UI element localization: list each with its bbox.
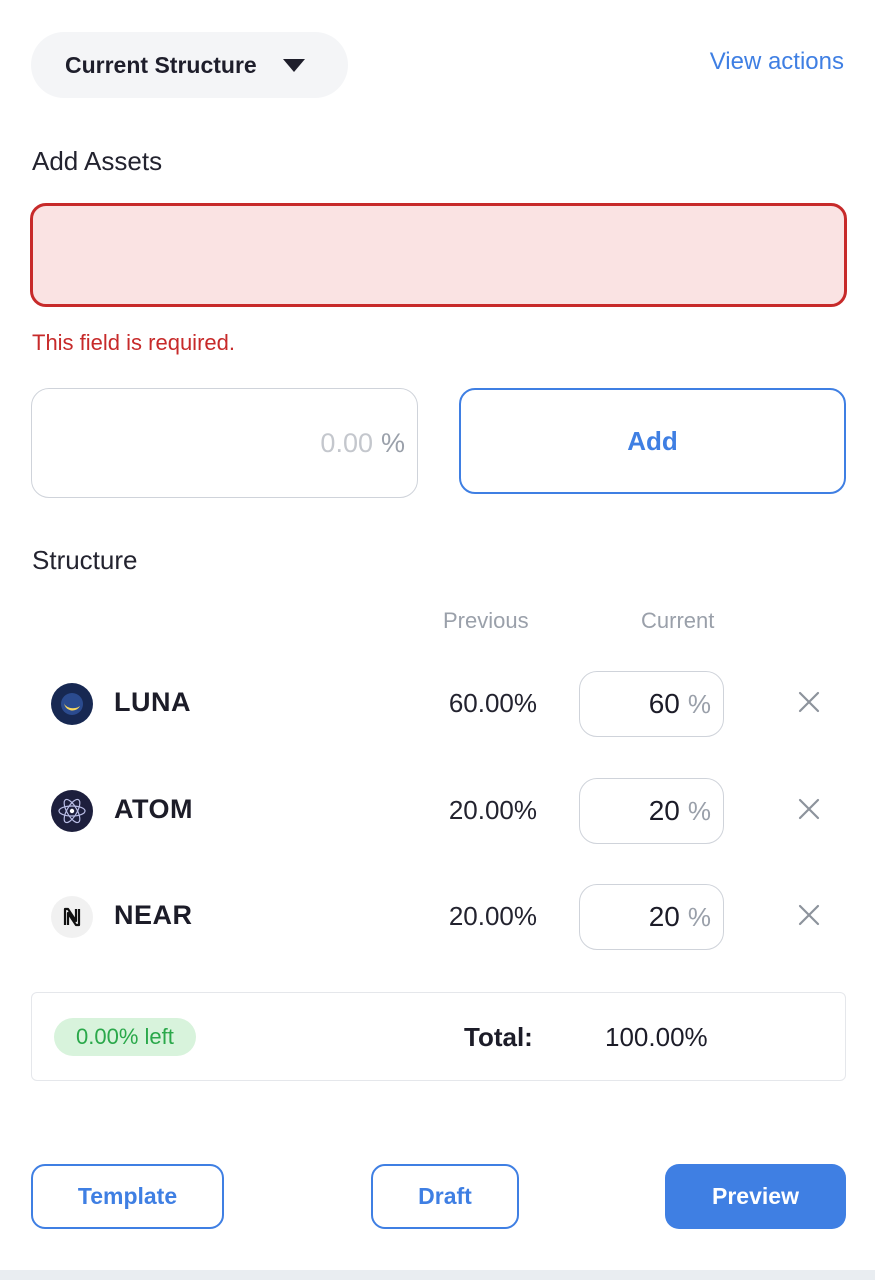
current-unit: % bbox=[687, 795, 711, 826]
caret-down-icon bbox=[282, 58, 305, 72]
current-unit: % bbox=[687, 901, 711, 932]
luna-icon bbox=[51, 683, 93, 725]
remove-icon[interactable] bbox=[795, 901, 823, 929]
total-value: 100.00% bbox=[605, 1022, 708, 1052]
column-header-previous: Previous bbox=[443, 608, 529, 633]
previous-value: 20.00% bbox=[448, 901, 537, 931]
column-header-current: Current bbox=[641, 608, 715, 633]
remove-icon[interactable] bbox=[795, 795, 823, 823]
total-label: Total: bbox=[464, 1022, 533, 1052]
preview-button[interactable]: Preview bbox=[665, 1164, 846, 1229]
percent-unit: % bbox=[380, 427, 405, 458]
asset-name: NEAR bbox=[114, 900, 193, 930]
view-actions-link[interactable]: View actions bbox=[710, 48, 844, 76]
structure-select-label: Current Structure bbox=[65, 51, 257, 78]
structure-label: Structure bbox=[32, 545, 138, 575]
asset-select-field[interactable] bbox=[30, 203, 847, 307]
remaining-badge: 0.00% left bbox=[54, 1018, 196, 1056]
add-assets-label: Add Assets bbox=[32, 146, 163, 176]
bottom-divider bbox=[0, 1270, 875, 1280]
current-unit: % bbox=[687, 688, 711, 719]
structure-row-luna: LUNA 60.00% 60 % bbox=[0, 671, 875, 737]
template-button[interactable]: Template bbox=[31, 1164, 224, 1229]
current-value: 60 bbox=[648, 688, 680, 719]
structure-row-atom: ATOM 20.00% 20 % bbox=[0, 778, 875, 844]
percent-input[interactable]: 0.00 % bbox=[31, 388, 418, 498]
previous-value: 20.00% bbox=[448, 795, 537, 825]
current-percent-input[interactable]: 20 % bbox=[579, 778, 724, 844]
current-value: 20 bbox=[648, 901, 680, 932]
near-icon bbox=[51, 896, 93, 938]
structure-select[interactable]: Current Structure bbox=[31, 32, 348, 98]
total-summary: 0.00% left Total: 100.00% bbox=[31, 992, 846, 1081]
asset-name: ATOM bbox=[114, 794, 193, 824]
draft-button[interactable]: Draft bbox=[371, 1164, 519, 1229]
add-button[interactable]: Add bbox=[459, 388, 846, 494]
atom-icon bbox=[51, 790, 93, 832]
asset-name: LUNA bbox=[114, 687, 191, 717]
asset-error-message: This field is required. bbox=[32, 330, 235, 355]
previous-value: 60.00% bbox=[448, 688, 537, 718]
current-value: 20 bbox=[648, 795, 680, 826]
current-percent-input[interactable]: 20 % bbox=[579, 884, 724, 950]
percent-placeholder: 0.00 bbox=[320, 427, 373, 458]
current-percent-input[interactable]: 60 % bbox=[579, 671, 724, 737]
remove-icon[interactable] bbox=[795, 688, 823, 716]
structure-row-near: NEAR 20.00% 20 % bbox=[0, 884, 875, 950]
